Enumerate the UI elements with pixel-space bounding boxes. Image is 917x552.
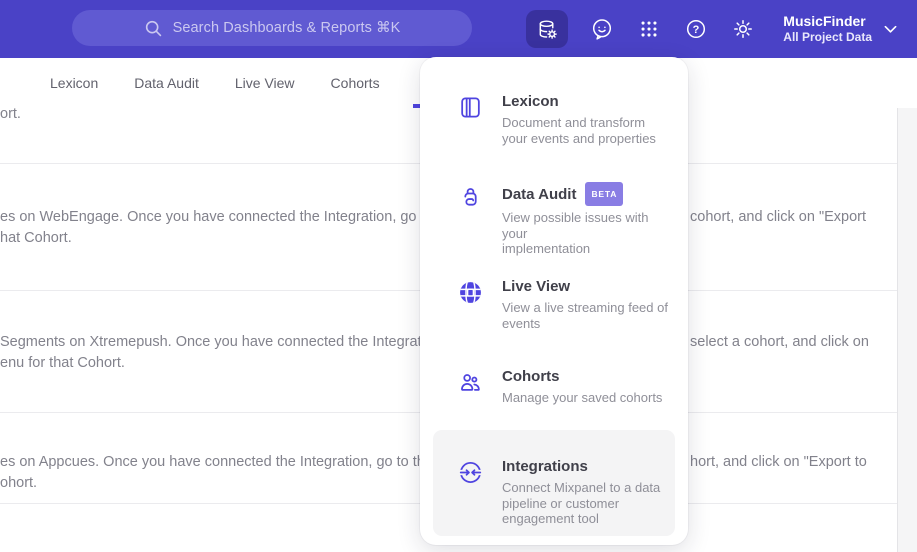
svg-text:?: ? [693,24,700,36]
menu-item-integrations[interactable]: Integrations Connect Mixpanel to a data … [458,457,676,527]
feedback-button[interactable] [589,10,615,48]
beta-badge: BETA [585,182,624,206]
app-window: ort. es on WebEngage. Once you have conn… [0,0,917,552]
navigation-dropdown-panel: Lexicon Document and transform your even… [420,57,688,545]
help-button[interactable]: ? [683,10,709,48]
lexicon-book-icon [461,97,480,118]
menu-item-description: Document and transform your events and p… [502,115,656,146]
data-audit-lock-icon [464,188,477,206]
menu-item-title: Cohorts [502,368,560,385]
menu-item-title: Lexicon [502,93,559,110]
project-subtitle: All Project Data [783,30,872,45]
search-placeholder: Search Dashboards & Reports ⌘K [172,20,401,36]
row-text-fragment: enu for that Cohort. [0,355,125,371]
settings-button[interactable] [730,10,756,48]
row-text-fragment: hat Cohort. [0,230,72,246]
gear-icon [734,20,753,38]
chevron-down-icon [884,25,897,33]
top-nav-bar: Search Dashboards & Reports ⌘K ? MusicFi… [0,0,917,58]
grid-dots-icon [641,21,657,37]
header-actions: ? MusicFinder All Project Data [526,0,897,58]
search-input[interactable]: Search Dashboards & Reports ⌘K [72,10,472,46]
globe-icon [460,282,481,303]
tab-live-view[interactable]: Live View [235,75,295,91]
menu-item-description: View possible issues with your implement… [502,210,649,256]
menu-item-description: View a live streaming feed of events [502,300,668,331]
chat-smiley-icon [593,19,612,40]
tab-cohorts[interactable]: Cohorts [331,75,380,91]
help-icon: ? [687,19,706,39]
menu-item-title: Live View [502,278,571,295]
project-name: MusicFinder [783,12,866,29]
menu-item-lexicon[interactable]: Lexicon Document and transform your even… [458,92,676,146]
row-text-fragment: ort. [0,106,21,122]
row-text-fragment: Segments on Xtremepush. Once you have co… [0,334,445,350]
row-text-fragment: ohort. [0,475,38,491]
menu-item-description: Manage your saved cohorts [502,390,663,405]
search-icon [145,20,161,36]
scroll-gutter[interactable] [897,108,917,552]
integrations-icon [458,462,483,483]
tab-data-audit[interactable]: Data Audit [134,75,199,91]
database-gear-icon [539,19,557,39]
row-text-fragment: es on Appcues. Once you have connected t… [0,454,449,470]
menu-item-cohorts[interactable]: Cohorts Manage your saved cohorts [458,367,676,406]
menu-item-data-audit[interactable]: Data Audit BETA View possible issues wit… [458,182,676,257]
apps-grid-button[interactable] [636,10,662,48]
menu-item-title: Integrations [502,458,588,475]
row-text-fragment: hort, and click on "Export to [690,454,867,470]
row-text-fragment: cohort, and click on "Export [690,209,867,225]
tab-lexicon[interactable]: Lexicon [50,75,98,91]
users-icon [461,374,480,391]
row-text-fragment: select a cohort, and click on [690,334,869,350]
menu-item-live-view[interactable]: Live View View a live streaming feed of … [458,277,676,331]
data-management-button[interactable] [526,10,569,48]
row-text-fragment: es on WebEngage. Once you have connected… [0,209,457,225]
project-switcher[interactable]: MusicFinder All Project Data [777,13,897,46]
menu-item-description: Connect Mixpanel to a data pipeline or c… [502,480,661,526]
menu-item-title: Data Audit BETA [502,182,676,206]
